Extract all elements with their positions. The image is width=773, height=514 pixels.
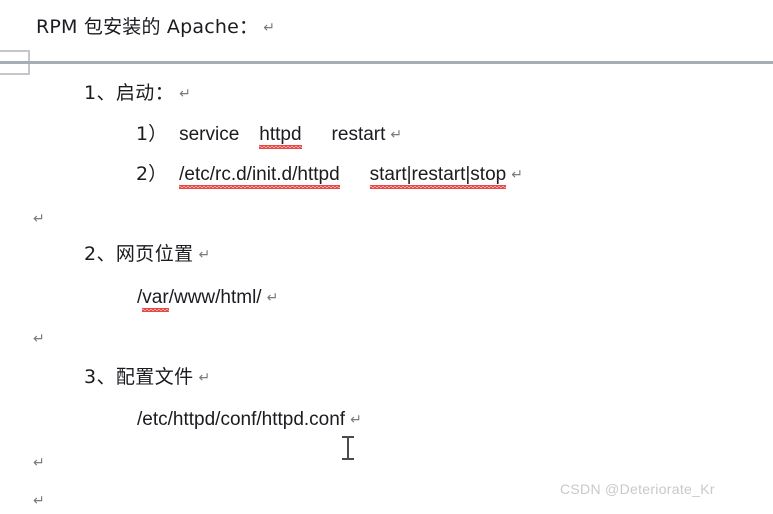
paragraph-mark-icon: ↵ bbox=[350, 412, 362, 428]
text-ibeam-cursor-icon bbox=[341, 436, 354, 460]
paragraph-mark-icon: ↵ bbox=[511, 167, 523, 183]
paragraph-mark-icon: ↵ bbox=[179, 86, 192, 102]
section-2-path-misspelled-word: var bbox=[142, 287, 170, 312]
document-page-canvas[interactable]: RPM 包安装的 Apache： ↵ 1、启动： ↵ 1） service httpd r… bbox=[0, 0, 773, 514]
document-title-text: RPM 包安装的 Apache： bbox=[36, 16, 259, 38]
section-2-path-suffix: /www/html/ bbox=[168, 287, 262, 308]
empty-paragraph-mark-icon: ↵ bbox=[33, 211, 45, 227]
section-heading-1-text: 1、启动： bbox=[84, 82, 175, 104]
ibeam-stem bbox=[347, 438, 349, 458]
section-heading-3[interactable]: 3、配置文件 ↵ bbox=[84, 368, 211, 387]
sub-item-1-command: service bbox=[179, 124, 240, 145]
sub-item-2-path-segment-rcd: /rc.d bbox=[209, 164, 247, 189]
sub-item-1-number: 1） bbox=[136, 123, 168, 145]
sub-item-2-number: 2） bbox=[136, 163, 168, 185]
document-title-paragraph[interactable]: RPM 包安装的 Apache： ↵ bbox=[36, 18, 275, 37]
sub-item-2-path-segment-etc: /etc bbox=[179, 164, 210, 189]
section-3-path-text: /etc/httpd/conf/httpd.conf bbox=[137, 409, 346, 430]
section-heading-2-text: 2、网页位置 bbox=[84, 243, 194, 265]
sub-item-2-path-segment-initd: /init.d bbox=[246, 164, 293, 189]
ibeam-cap-bottom bbox=[342, 458, 354, 460]
section-heading-3-text: 3、配置文件 bbox=[84, 366, 194, 388]
paragraph-mark-icon: ↵ bbox=[198, 370, 211, 386]
section-heading-1[interactable]: 1、启动： ↵ bbox=[84, 84, 191, 103]
sub-item-2[interactable]: 2） /etc/rc.d/init.d/httpd start|restart|st… bbox=[136, 163, 523, 189]
sub-item-1-service-name: httpd bbox=[259, 124, 302, 149]
paragraph-mark-icon: ↵ bbox=[198, 247, 211, 263]
csdn-watermark: CSDN @Deteriorate_Kr bbox=[560, 481, 715, 497]
paragraph-mark-icon: ↵ bbox=[263, 20, 276, 36]
page-break-rule-line bbox=[0, 61, 773, 64]
empty-paragraph-mark-icon: ↵ bbox=[33, 455, 45, 471]
paragraph-mark-icon: ↵ bbox=[266, 290, 279, 306]
sub-item-2-path-segment-httpd: /httpd bbox=[292, 164, 340, 189]
sub-item-1-action: restart bbox=[331, 124, 386, 145]
empty-paragraph-mark-icon: ↵ bbox=[33, 331, 45, 347]
section-2-path-line[interactable]: /var/www/html/↵ bbox=[137, 287, 279, 312]
empty-paragraph-mark-icon: ↵ bbox=[33, 493, 45, 509]
paragraph-mark-icon: ↵ bbox=[390, 127, 403, 143]
sub-item-2-arguments: start|restart|stop bbox=[369, 164, 507, 189]
section-3-path-line[interactable]: /etc/httpd/conf/httpd.conf ↵ bbox=[137, 410, 362, 429]
sub-item-1[interactable]: 1） service httpd restart ↵ bbox=[136, 123, 403, 149]
section-heading-2[interactable]: 2、网页位置 ↵ bbox=[84, 245, 211, 264]
